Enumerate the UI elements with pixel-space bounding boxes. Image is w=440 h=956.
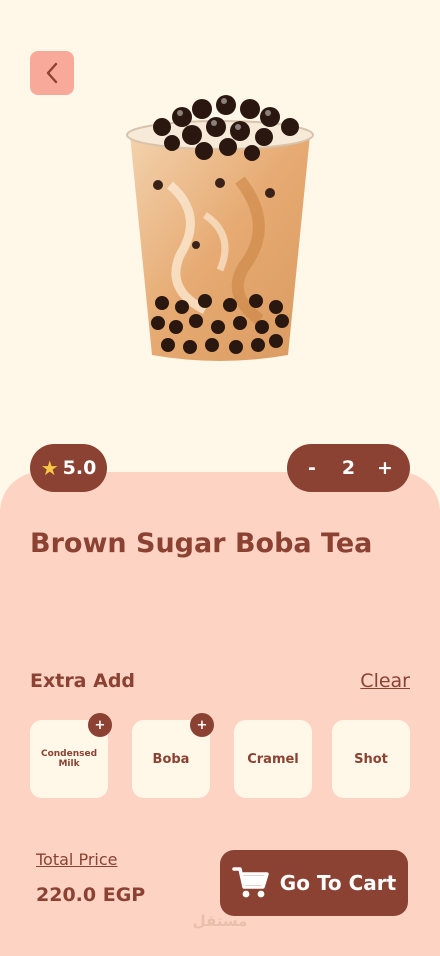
rating-badge: ★ 5.0 bbox=[30, 444, 107, 492]
star-icon: ★ bbox=[40, 456, 59, 480]
extra-option-label: Shot bbox=[354, 751, 388, 767]
extra-option-label: Boba bbox=[152, 751, 190, 767]
increment-button[interactable]: + bbox=[376, 457, 394, 479]
add-condensed-milk-badge[interactable]: + bbox=[88, 713, 112, 737]
extra-option-shot[interactable]: Shot bbox=[332, 720, 410, 798]
go-to-cart-button[interactable]: Go To Cart bbox=[220, 850, 408, 916]
rating-value: 5.0 bbox=[62, 457, 97, 479]
extra-option-label: Cramel bbox=[247, 751, 299, 767]
total-price-value: 220.0 EGP bbox=[36, 884, 146, 906]
decrement-button[interactable]: - bbox=[303, 457, 321, 479]
boba-tea-image bbox=[126, 95, 314, 361]
product-title: Brown Sugar Boba Tea bbox=[30, 528, 373, 559]
chevron-left-icon bbox=[46, 62, 58, 84]
back-button[interactable] bbox=[30, 51, 74, 95]
quantity-value: 2 bbox=[341, 457, 356, 479]
product-detail-screen: ★ 5.0 - 2 + Brown Sugar Boba Tea Extra A… bbox=[0, 0, 440, 956]
clear-extras-link[interactable]: Clear bbox=[360, 670, 410, 692]
add-boba-badge[interactable]: + bbox=[190, 713, 214, 737]
quantity-stepper: - 2 + bbox=[287, 444, 410, 492]
extra-option-label: Condensed Milk bbox=[40, 749, 98, 769]
extras-heading: Extra Add bbox=[30, 670, 136, 692]
watermark-logo: مستقل bbox=[192, 912, 248, 930]
total-price-label: Total Price bbox=[36, 850, 118, 869]
cart-icon bbox=[232, 867, 269, 898]
extra-option-caramel[interactable]: Cramel bbox=[234, 720, 312, 798]
go-to-cart-label: Go To Cart bbox=[279, 871, 397, 895]
